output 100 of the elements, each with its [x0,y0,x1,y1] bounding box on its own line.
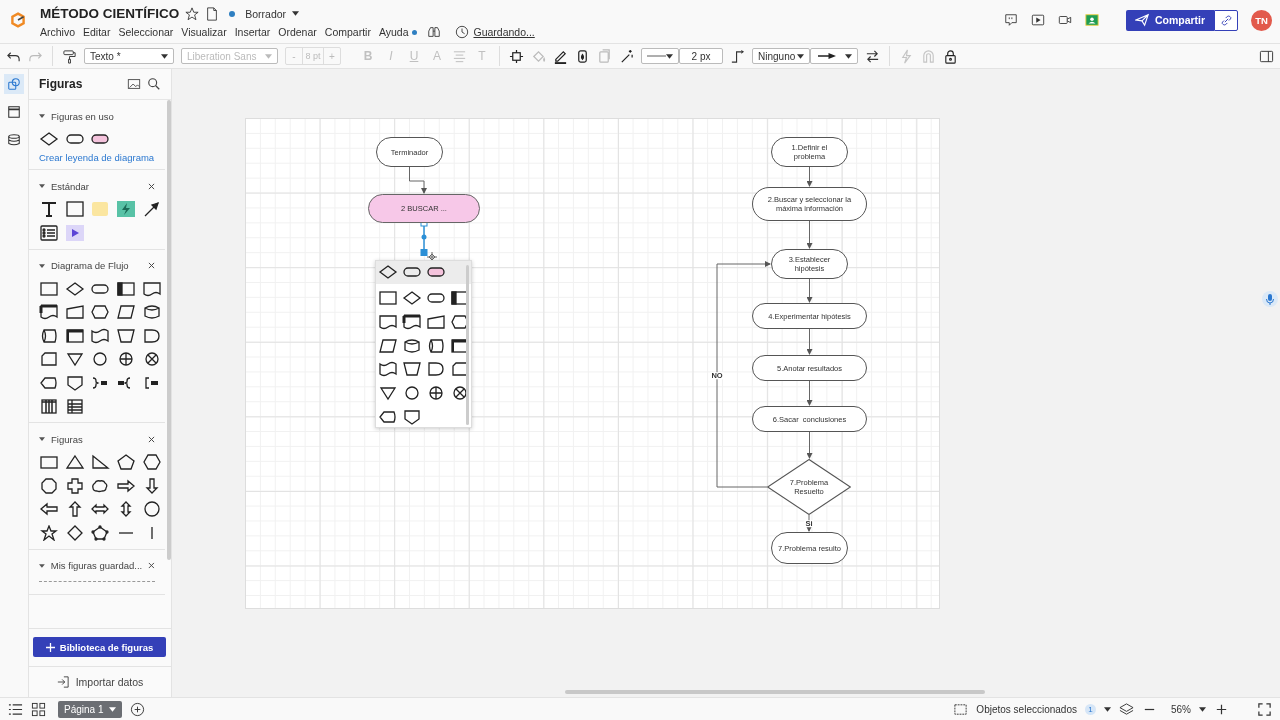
rounded-rectangle-icon[interactable] [426,290,446,306]
pen-icon[interactable] [553,48,568,64]
rounded-rectangle-icon[interactable] [90,131,111,147]
section-title[interactable]: Figuras [51,433,142,445]
lock-icon[interactable] [943,48,958,64]
rounded-rectangle-icon[interactable] [64,131,85,147]
arrow-start-dropdown[interactable]: Ninguno [752,48,810,64]
text-style-dropdown[interactable]: Texto * [84,48,174,64]
double-arrow-icon[interactable] [90,501,111,517]
add-page-icon[interactable] [130,701,145,717]
paint-roller-icon[interactable] [62,48,77,64]
menu-item[interactable]: Archivo [40,26,75,38]
manual-input-icon[interactable] [64,304,85,320]
rounded-rectangle-icon[interactable] [402,264,422,280]
triangle-icon[interactable] [64,351,85,367]
circle-icon[interactable] [402,385,422,402]
trapezoid-icon[interactable] [402,361,422,378]
line-width-field[interactable]: 2 px [679,48,723,64]
star-icon[interactable] [185,6,200,21]
import-data-button[interactable]: Importar datos [56,676,144,688]
side-panel-icon[interactable] [1259,48,1274,64]
section-title[interactable]: Mis figuras guardad... [50,560,143,571]
copy-link-button[interactable] [1214,9,1238,31]
delay-icon[interactable] [141,327,162,344]
diamond-icon[interactable] [39,131,59,147]
magic-wand-icon[interactable] [619,48,634,64]
left-arrow-icon[interactable] [39,501,59,517]
grid-icon[interactable] [31,701,46,717]
shapes-icon[interactable] [4,74,24,94]
star-icon[interactable] [39,524,59,541]
direct-data-icon[interactable] [39,327,59,344]
video-icon[interactable] [1058,13,1072,27]
search-icon[interactable] [147,77,161,91]
tape-icon[interactable] [90,327,111,344]
hexagon-icon[interactable] [141,454,162,470]
selection-label[interactable]: Objetos seleccionados [976,703,1077,715]
close-icon[interactable] [148,562,155,569]
arrow-end-dropdown[interactable] [810,48,858,64]
document-icon[interactable] [141,280,162,297]
parallelogram-icon[interactable] [378,337,398,354]
close-icon[interactable] [148,435,155,443]
octagon-icon[interactable] [39,477,59,494]
triangle-icon[interactable] [64,454,85,470]
section-title[interactable]: Figuras en uso [51,110,155,122]
manual-input-icon[interactable] [426,313,446,330]
hexagon-icon[interactable] [90,304,111,320]
cross-icon[interactable] [64,477,85,494]
section-title[interactable]: Estándar [51,180,142,192]
direct-data-icon[interactable] [426,337,446,354]
zoom-level[interactable]: 56% [1171,703,1191,715]
menu-item[interactable]: Visualizar [181,26,227,38]
rectangle-icon[interactable] [39,454,59,470]
diamond-icon[interactable] [402,290,422,306]
cylinder-icon[interactable] [402,337,422,354]
expand-caret-icon[interactable] [39,184,45,188]
line-style-dropdown[interactable] [641,48,679,64]
close-icon[interactable] [148,182,155,190]
elbow-connector-icon[interactable] [730,48,745,64]
text-tool-icon[interactable] [39,201,59,217]
menu-item[interactable]: Ayuda [378,26,409,38]
document-icon[interactable] [378,313,398,330]
off-page-icon[interactable] [64,374,85,391]
close-icon[interactable] [148,262,155,269]
presentation-icon[interactable] [1085,13,1099,27]
menu-item[interactable]: Editar [83,26,111,38]
triangle-icon[interactable] [378,385,398,402]
predefined-process-icon[interactable] [116,280,137,297]
trapezoid-icon[interactable] [116,327,137,344]
table-icon[interactable] [39,398,59,414]
fullscreen-icon[interactable] [1257,701,1272,717]
display-icon[interactable] [39,374,59,391]
file-icon[interactable] [205,6,220,21]
microphone-icon[interactable] [1262,291,1278,307]
right-triangle-icon[interactable] [90,454,111,470]
binoculars-icon[interactable] [427,25,442,39]
swap-icon[interactable] [865,48,880,64]
section-title[interactable]: Diagrama de Flujo [51,260,142,271]
ink-drop-icon[interactable] [575,48,590,64]
action-icon[interactable] [116,201,137,217]
comment-icon[interactable] [1004,13,1018,27]
display-icon[interactable] [378,409,398,425]
create-legend-link[interactable]: Crear leyenda de diagrama [39,152,155,163]
multi-document-icon[interactable] [402,313,422,330]
status-dropdown[interactable]: Borrador [245,7,300,20]
pentagon-icon[interactable] [90,524,111,541]
tape-icon[interactable] [378,361,398,378]
shape-library-button[interactable]: Biblioteca de figuras [33,637,166,657]
square-icon[interactable] [64,201,85,217]
page-tab[interactable]: Página 1 [58,700,122,718]
diamond-icon[interactable] [378,264,398,280]
list-icon[interactable] [8,701,23,717]
internal-storage-icon[interactable] [64,327,85,344]
multi-document-icon[interactable] [39,304,59,320]
layers-icon[interactable] [1119,701,1134,717]
circle-icon[interactable] [141,501,162,517]
expand-caret-icon[interactable] [39,263,45,268]
right-arrow-icon[interactable] [116,477,137,494]
rounded-rectangle-icon[interactable] [426,264,446,280]
user-avatar[interactable]: TN [1251,9,1272,31]
parallelogram-icon[interactable] [116,304,137,320]
